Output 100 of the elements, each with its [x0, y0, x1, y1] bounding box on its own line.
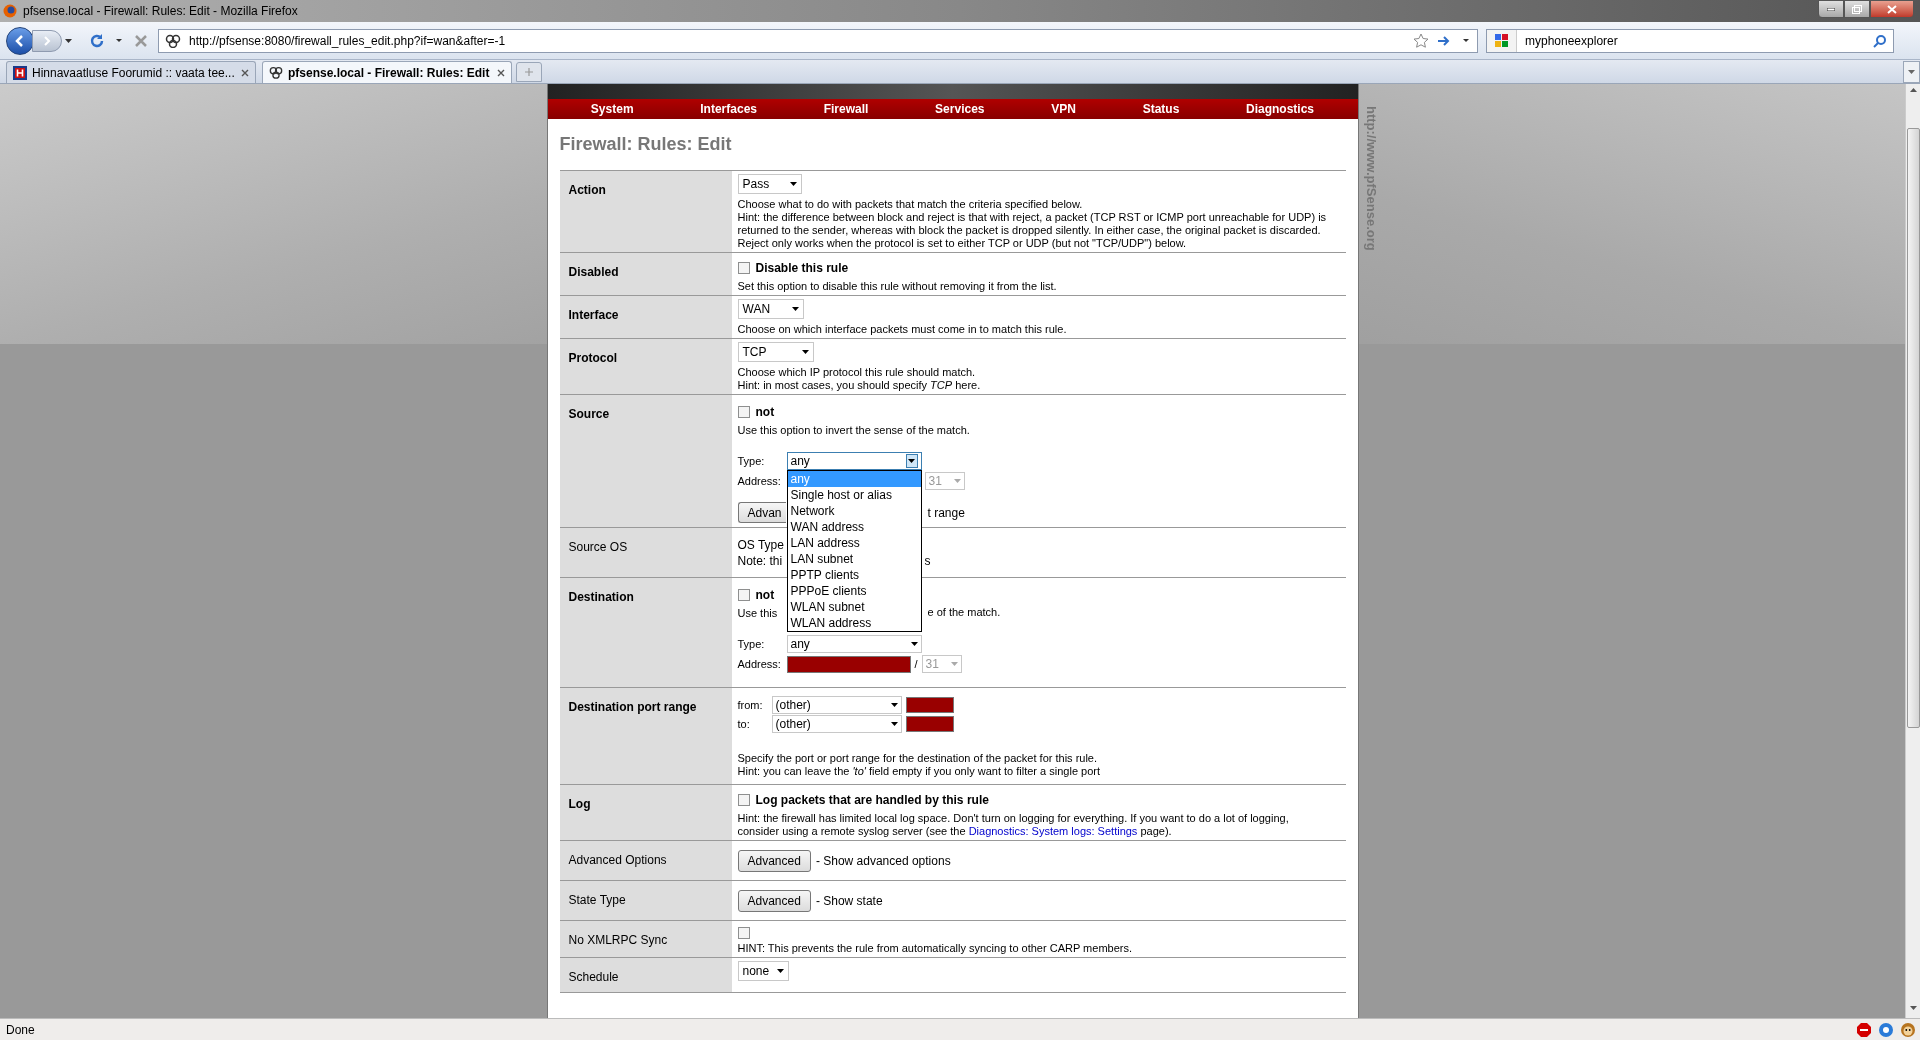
checkbox[interactable] — [737, 262, 750, 274]
row-label: Advanced Options — [568, 853, 667, 867]
minimize-button[interactable] — [1818, 0, 1844, 18]
dropdown-option[interactable]: WAN address — [787, 519, 921, 535]
advanced-button[interactable]: Advanced — [737, 850, 811, 872]
scrollbar-thumb[interactable] — [1906, 128, 1920, 728]
checkbox[interactable] — [737, 589, 750, 601]
settings-link[interactable]: Diagnostics: System logs: Settings — [968, 825, 1138, 837]
site-icon — [165, 33, 181, 48]
caret-icon — [776, 969, 784, 973]
dropdown-select[interactable]: TCP — [737, 342, 814, 362]
button-note: - Show state — [815, 893, 883, 910]
restore-button[interactable] — [1844, 0, 1870, 18]
dropdown-select[interactable]: Pass — [737, 174, 802, 194]
advanced-button[interactable]: Advan — [737, 502, 786, 523]
row-label: Log — [568, 797, 591, 811]
browser-tab[interactable]: pfsense.local - Firewall: Rules: Edit — [262, 61, 512, 83]
port-select[interactable]: (other) — [771, 696, 902, 714]
advanced-button[interactable]: Advanced — [737, 890, 811, 912]
nav-link[interactable]: Diagnostics — [1246, 100, 1315, 118]
back-button[interactable] — [6, 26, 34, 55]
button-note: - Show advanced options — [815, 853, 951, 870]
row-label: Disabled — [568, 265, 619, 279]
search-text: myphoneexplorer — [1525, 32, 1618, 50]
address-input[interactable] — [786, 655, 911, 673]
caret-icon — [1908, 70, 1915, 74]
hint-text: Choose what to do with packets that match the criteria specified below. — [737, 198, 1084, 211]
dropdown-option[interactable]: WLAN address — [787, 615, 921, 631]
port-label: to: — [737, 716, 751, 732]
firefox-icon — [3, 4, 17, 18]
search-engine-icon — [1493, 32, 1510, 49]
tab-list-button[interactable] — [1903, 61, 1920, 83]
checkbox[interactable] — [737, 927, 750, 939]
type-label: Type: — [737, 453, 766, 469]
nav-link[interactable]: Interfaces — [700, 100, 757, 118]
tab-label: pfsense.local - Firewall: Rules: Edit — [288, 64, 490, 82]
caret-icon — [890, 722, 898, 726]
checkbox-label: not — [755, 587, 775, 604]
addon-circle-icon[interactable] — [1878, 1021, 1894, 1038]
dropdown-option[interactable]: LAN subnet — [787, 551, 921, 567]
search-engine-button[interactable] — [1487, 29, 1517, 52]
row-label: Action — [568, 183, 606, 197]
row-label: Source — [568, 407, 610, 421]
close-icon[interactable] — [241, 68, 249, 77]
nav-link[interactable]: VPN — [1051, 100, 1076, 118]
stop-sign-icon[interactable] — [1856, 1021, 1872, 1038]
row-label: Destination — [568, 590, 634, 604]
scroll-down-icon[interactable] — [1909, 1006, 1917, 1010]
port-input[interactable] — [905, 697, 954, 713]
scroll-up-icon[interactable] — [1909, 88, 1917, 92]
row-label: Destination port range — [568, 700, 697, 714]
url-field[interactable]: http://pfsense:8080/firewall_rules_edit.php?if=wan&after=-1 — [158, 28, 1478, 53]
url-text: http://pfsense:8080/firewall_rules_edit.php?if=wan&after=-1 — [189, 32, 506, 50]
url-caret-icon[interactable] — [1463, 39, 1469, 42]
dropdown-select[interactable]: none — [737, 961, 789, 981]
caret-icon — [801, 350, 809, 354]
separator-text: / — [914, 656, 918, 672]
hint-text: Note: thi — [737, 554, 783, 569]
go-arrow-icon[interactable] — [1437, 34, 1451, 47]
dropdown-option[interactable]: Single host or alias — [787, 487, 921, 503]
hint-text: Hint: the difference between block and reject is that with reject, a packet (TCP RST or ICMP port unreachable for UDP) is — [737, 211, 1328, 224]
row-label: Protocol — [568, 351, 618, 365]
dropdown-select[interactable]: WAN — [737, 299, 804, 319]
caret-icon — [890, 703, 898, 707]
reload-caret-icon[interactable] — [116, 39, 122, 42]
caret-icon — [789, 182, 797, 186]
side-url-text: http://www.pfSense.org — [1363, 106, 1381, 251]
search-icon[interactable] — [1873, 33, 1887, 48]
hint-text: s — [924, 554, 931, 569]
monkey-face-icon[interactable] — [1900, 1021, 1916, 1038]
type-select[interactable]: any — [786, 452, 922, 470]
nav-link[interactable]: Firewall — [823, 100, 869, 118]
checkbox[interactable] — [737, 794, 750, 806]
checkbox-label: not — [755, 404, 775, 421]
checkbox-label: Disable this rule — [755, 260, 849, 277]
dropdown-option[interactable]: LAN address — [787, 535, 921, 551]
history-caret-icon[interactable] — [65, 38, 72, 43]
close-button[interactable] — [1870, 0, 1914, 18]
row-label: Source OS — [568, 540, 628, 554]
nav-link[interactable]: Status — [1142, 100, 1180, 118]
checkbox[interactable] — [737, 406, 750, 418]
dropdown-option[interactable]: WLAN subnet — [787, 599, 921, 615]
plus-icon — [525, 68, 533, 76]
port-input[interactable] — [905, 716, 954, 732]
browser-tab[interactable]: Hinnavaatluse Foorumid :: vaata tee... — [6, 61, 256, 83]
nav-link[interactable]: System — [590, 100, 634, 118]
search-field[interactable]: myphoneexplorer — [1486, 28, 1894, 53]
dropdown-option[interactable]: PPTP clients — [787, 567, 921, 583]
port-select[interactable]: (other) — [771, 715, 902, 733]
hint-text: e of the match. — [927, 606, 1001, 620]
type-select[interactable]: any — [786, 635, 922, 653]
hint-text: Choose on which interface packets must come in to match this rule. — [737, 323, 1068, 336]
row-label: Interface — [568, 308, 619, 322]
dropdown-option[interactable]: PPPoE clients — [787, 583, 921, 599]
dropdown-arrow-button[interactable] — [905, 454, 918, 468]
nav-link[interactable]: Services — [935, 100, 985, 118]
star-icon[interactable] — [1413, 32, 1429, 49]
hint-text: Reject only works when the protocol is set to either TCP or UDP (but not "TCP/UDP") below. — [737, 237, 1188, 250]
dropdown-option[interactable]: Network — [787, 503, 921, 519]
close-icon[interactable] — [497, 68, 505, 77]
